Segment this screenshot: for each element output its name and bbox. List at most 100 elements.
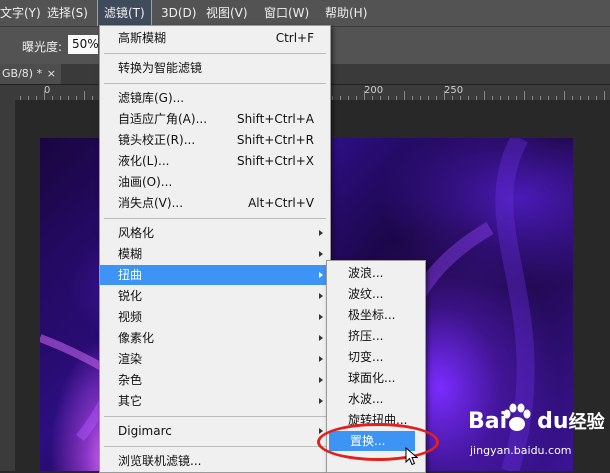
- menu-item-label: 风格化: [118, 226, 155, 240]
- distort-submenu-item[interactable]: 球面化...: [327, 368, 425, 388]
- menu-item-label: 浏览联机滤镜...: [118, 454, 202, 468]
- filter-menu-item[interactable]: 风格化: [100, 223, 330, 243]
- ruler-tick: [484, 91, 485, 100]
- filter-menu-item[interactable]: 像素化: [100, 328, 330, 348]
- menu-item-label: 渲染: [118, 352, 143, 366]
- menu-item-label: 模糊: [118, 247, 143, 261]
- menu-item-label: 油画(O)...: [118, 175, 173, 189]
- menu-item-label: 液化(L)...: [118, 154, 170, 168]
- menu-item-shortcut: Ctrl+F: [275, 31, 314, 45]
- menubar-item-1[interactable]: 选择(S): [47, 0, 88, 26]
- watermark-brand-suffix: du: [537, 409, 569, 434]
- distort-submenu-item[interactable]: 波浪...: [327, 263, 425, 283]
- filter-menu-item[interactable]: 扭曲: [100, 265, 330, 285]
- watermark-cn: 经验: [568, 412, 605, 433]
- filter-menu-item[interactable]: Digimarc: [100, 421, 330, 441]
- submenu-item-label: 波浪...: [348, 266, 384, 280]
- filter-menu-item[interactable]: 自适应广角(A)... Shift+Ctrl+A: [100, 109, 330, 129]
- watermark-url: jingyan.baidu.com: [470, 444, 572, 457]
- submenu-item-label: 极坐标...: [348, 308, 396, 322]
- menu-separator: [104, 53, 326, 54]
- filter-menu-item[interactable]: 浏览联机滤镜...: [100, 451, 330, 471]
- filter-menu-item[interactable]: 杂色: [100, 370, 330, 390]
- menu-item-shortcut: Shift+Ctrl+X: [237, 154, 314, 168]
- ruler-label: 200: [364, 85, 384, 96]
- menu-separator: [104, 83, 326, 84]
- submenu-item-label: 切变...: [348, 350, 384, 364]
- filter-menu-item[interactable]: 模糊: [100, 244, 330, 264]
- submenu-arrow-icon: [319, 377, 323, 383]
- menu-separator: [104, 416, 326, 417]
- menu-item-label: 杂色: [118, 373, 143, 387]
- filter-menu-item[interactable]: 渲染: [100, 349, 330, 369]
- submenu-item-label: 波纹...: [348, 287, 384, 301]
- menu-item-label: 滤镜库(G)...: [118, 91, 185, 105]
- submenu-item-label: 球面化...: [348, 371, 396, 385]
- menu-separator: [104, 446, 326, 447]
- menu-separator: [104, 218, 326, 219]
- baidu-watermark: Bai du经验 jingyan.baidu.com: [468, 408, 605, 457]
- ruler-tick: [364, 91, 365, 100]
- ruler-tick: [84, 91, 85, 100]
- menu-item-label: Digimarc: [118, 424, 172, 438]
- menubar-item-5[interactable]: 窗口(W): [264, 0, 309, 26]
- menubar-item-0[interactable]: 文字(Y): [0, 0, 41, 26]
- filter-menu-item[interactable]: 锐化: [100, 286, 330, 306]
- submenu-arrow-icon: [319, 314, 323, 320]
- submenu-arrow-icon: [319, 251, 323, 257]
- document-tab-title: GB/8) *: [2, 67, 43, 80]
- filter-menu-item[interactable]: 油画(O)...: [100, 172, 330, 192]
- distort-submenu-item[interactable]: 挤压...: [327, 326, 425, 346]
- distort-submenu-item[interactable]: 切变...: [327, 347, 425, 367]
- submenu-arrow-icon: [319, 335, 323, 341]
- submenu-arrow-icon: [319, 272, 323, 278]
- menubar-item-6[interactable]: 帮助(H): [325, 0, 367, 26]
- filter-menu-item[interactable]: 其它: [100, 391, 330, 411]
- submenu-arrow-icon: [319, 356, 323, 362]
- menu-item-shortcut: Shift+Ctrl+A: [237, 112, 314, 126]
- document-tab[interactable]: GB/8) * ×: [0, 64, 61, 84]
- submenu-item-label: 水波...: [348, 392, 384, 406]
- filter-menu-item[interactable]: 滤镜库(G)...: [100, 88, 330, 108]
- exposure-input[interactable]: 50%: [68, 35, 99, 54]
- menu-item-label: 像素化: [118, 331, 155, 345]
- distort-submenu-item[interactable]: 水波...: [327, 389, 425, 409]
- ruler-tick: [604, 91, 605, 100]
- close-icon[interactable]: ×: [47, 64, 56, 84]
- menu-item-label: 镜头校正(R)...: [118, 133, 196, 147]
- filter-menu-item[interactable]: 液化(L)... Shift+Ctrl+X: [100, 151, 330, 171]
- menu-bar: 文字(Y) 选择(S) 滤镜(T) 3D(D) 视图(V) 窗口(W) 帮助(H): [0, 0, 610, 27]
- distort-submenu-item[interactable]: 极坐标...: [327, 305, 425, 325]
- menu-item-label: 视频: [118, 310, 143, 324]
- vertical-ruler: [0, 100, 15, 471]
- ruler-tick: [444, 91, 445, 100]
- ruler-tick: [564, 91, 565, 100]
- annotation-circle: [317, 423, 439, 461]
- submenu-arrow-icon: [319, 230, 323, 236]
- menubar-item-2[interactable]: 滤镜(T): [97, 0, 152, 27]
- ruler-tick: [524, 91, 525, 100]
- watermark-brand: Bai: [468, 409, 508, 434]
- menu-item-shortcut: Alt+Ctrl+V: [248, 196, 314, 210]
- submenu-arrow-icon: [319, 293, 323, 299]
- ruler-label: 250: [444, 85, 464, 96]
- menubar-item-3[interactable]: 3D(D): [161, 0, 196, 26]
- submenu-item-label: 挤压...: [348, 329, 384, 343]
- ruler-tick: [404, 91, 405, 100]
- distort-submenu-item[interactable]: 波纹...: [327, 284, 425, 304]
- filter-menu-item[interactable]: 镜头校正(R)... Shift+Ctrl+R: [100, 130, 330, 150]
- exposure-label: 曝光度:: [22, 40, 63, 54]
- filter-menu: 高斯模糊 Ctrl+F 转换为智能滤镜滤镜库(G)... 自适应广角(A)... Shi…: [99, 25, 331, 473]
- submenu-arrow-icon: [319, 398, 323, 404]
- filter-menu-item[interactable]: 转换为智能滤镜: [100, 58, 330, 78]
- menubar-item-4[interactable]: 视图(V): [206, 0, 248, 26]
- filter-menu-item[interactable]: 高斯模糊 Ctrl+F: [100, 28, 330, 48]
- mouse-cursor-icon: [405, 447, 419, 466]
- menu-item-label: 高斯模糊: [118, 31, 167, 45]
- menu-item-label: 扭曲: [118, 268, 143, 282]
- menu-item-label: 锐化: [118, 289, 143, 303]
- filter-menu-item[interactable]: 消失点(V)... Alt+Ctrl+V: [100, 193, 330, 213]
- menu-item-label: 消失点(V)...: [118, 196, 184, 210]
- menu-item-shortcut: Shift+Ctrl+R: [236, 133, 314, 147]
- filter-menu-item[interactable]: 视频: [100, 307, 330, 327]
